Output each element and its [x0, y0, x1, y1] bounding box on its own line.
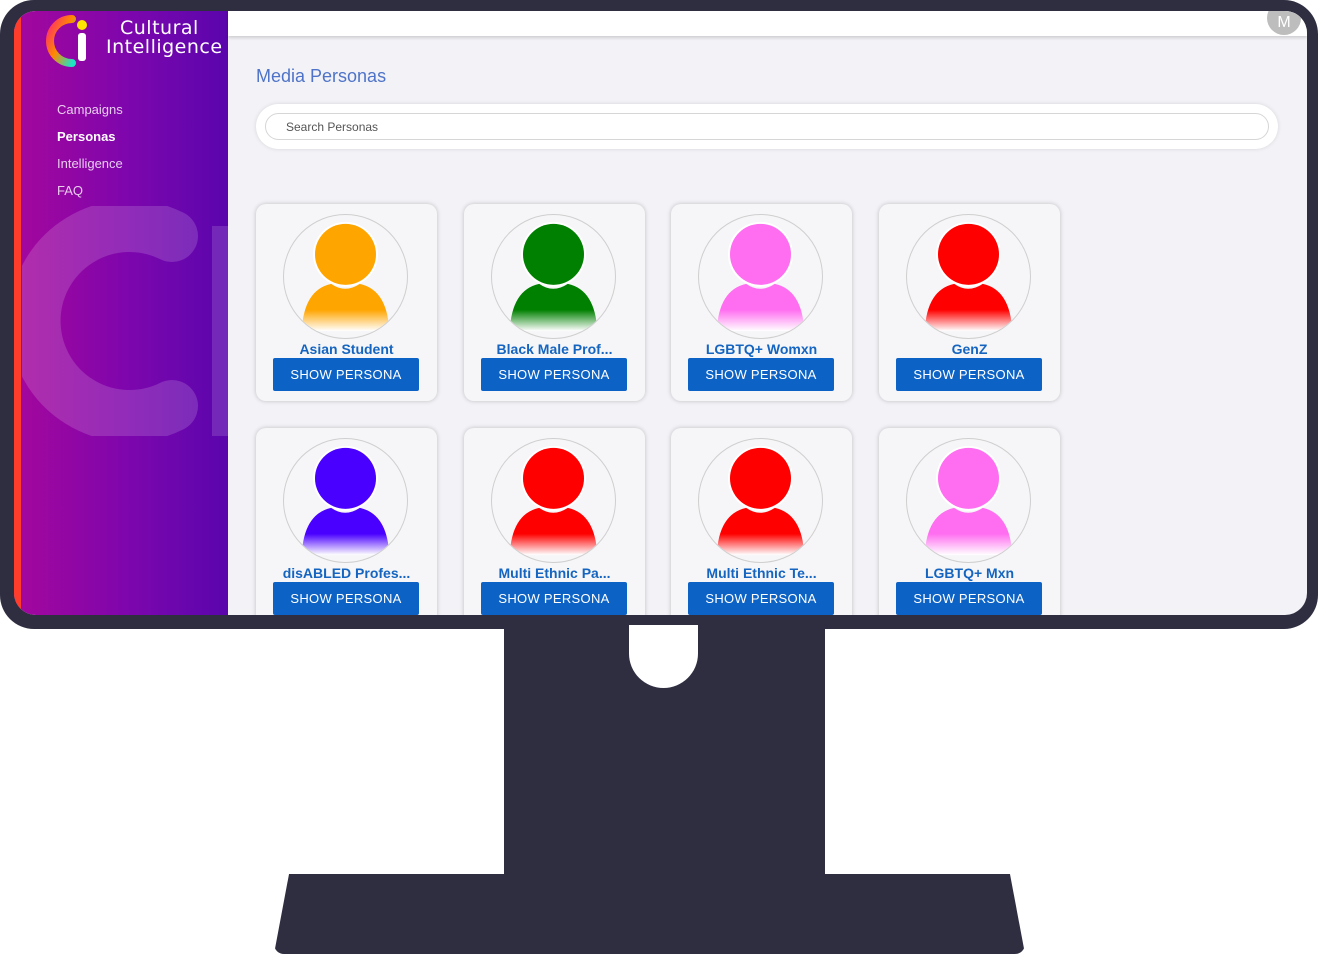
top-bar: M — [228, 11, 1307, 36]
user-avatar[interactable]: M — [1267, 11, 1301, 35]
show-persona-button[interactable]: SHOW PERSONA — [481, 358, 627, 391]
search-container — [256, 104, 1278, 149]
persona-name: LGBTQ+ Mxn — [924, 565, 1015, 581]
show-persona-button[interactable]: SHOW PERSONA — [273, 582, 419, 615]
sidebar-nav: Campaigns Personas Intelligence FAQ — [57, 103, 123, 211]
screen: Cultural Intelligence Campaigns Personas I… — [14, 11, 1307, 615]
show-persona-button[interactable]: SHOW PERSONA — [688, 582, 834, 615]
sidebar-item-faq[interactable]: FAQ — [57, 184, 123, 211]
show-persona-button[interactable]: SHOW PERSONA — [896, 582, 1042, 615]
persona-avatar-icon — [283, 214, 408, 339]
page-title: Media Personas — [256, 66, 387, 86]
monitor-stand-base — [274, 874, 1025, 954]
persona-card: disABLED Profes... SHOW PERSONA — [256, 428, 437, 615]
sidebar-accent-stripe — [14, 11, 21, 615]
persona-card: Asian Student SHOW PERSONA — [256, 204, 437, 401]
show-persona-button[interactable]: SHOW PERSONA — [896, 358, 1042, 391]
sidebar-item-intelligence[interactable]: Intelligence — [57, 157, 123, 184]
ci-watermark-icon — [22, 206, 228, 436]
app-logo-text: Cultural Intelligence — [106, 19, 223, 57]
persona-name: Multi Ethnic Pa... — [498, 565, 611, 581]
persona-card: Multi Ethnic Pa... SHOW PERSONA — [464, 428, 645, 615]
persona-card: GenZ SHOW PERSONA — [879, 204, 1060, 401]
persona-name: GenZ — [951, 341, 988, 357]
show-persona-button[interactable]: SHOW PERSONA — [273, 358, 419, 391]
sidebar-item-campaigns[interactable]: Campaigns — [57, 103, 123, 130]
show-persona-button[interactable]: SHOW PERSONA — [481, 582, 627, 615]
persona-name: Black Male Prof... — [496, 341, 613, 357]
search-input[interactable] — [265, 113, 1269, 140]
logo-line-2: Intelligence — [106, 36, 223, 58]
persona-card: Black Male Prof... SHOW PERSONA — [464, 204, 645, 401]
main-content: Media Personas Asian StudentSHOW PERSONA… — [228, 36, 1307, 615]
persona-card: LGBTQ+ Womxn SHOW PERSONA — [671, 204, 852, 401]
persona-avatar-icon — [491, 438, 616, 563]
persona-avatar-icon — [906, 214, 1031, 339]
persona-avatar-icon — [698, 214, 823, 339]
ci-logo-icon[interactable] — [34, 11, 102, 73]
persona-card: Multi Ethnic Te... SHOW PERSONA — [671, 428, 852, 615]
persona-name: disABLED Profes... — [282, 565, 411, 581]
sidebar-item-personas[interactable]: Personas — [57, 130, 123, 157]
show-persona-button[interactable]: SHOW PERSONA — [688, 358, 834, 391]
persona-avatar-icon — [698, 438, 823, 563]
persona-avatar-icon — [491, 214, 616, 339]
sidebar: Cultural Intelligence Campaigns Personas I… — [14, 11, 228, 615]
persona-name: Multi Ethnic Te... — [706, 565, 817, 581]
persona-avatar-icon — [906, 438, 1031, 563]
persona-name: LGBTQ+ Womxn — [705, 341, 818, 357]
persona-card: LGBTQ+ Mxn SHOW PERSONA — [879, 428, 1060, 615]
persona-avatar-icon — [283, 438, 408, 563]
persona-name: Asian Student — [299, 341, 394, 357]
